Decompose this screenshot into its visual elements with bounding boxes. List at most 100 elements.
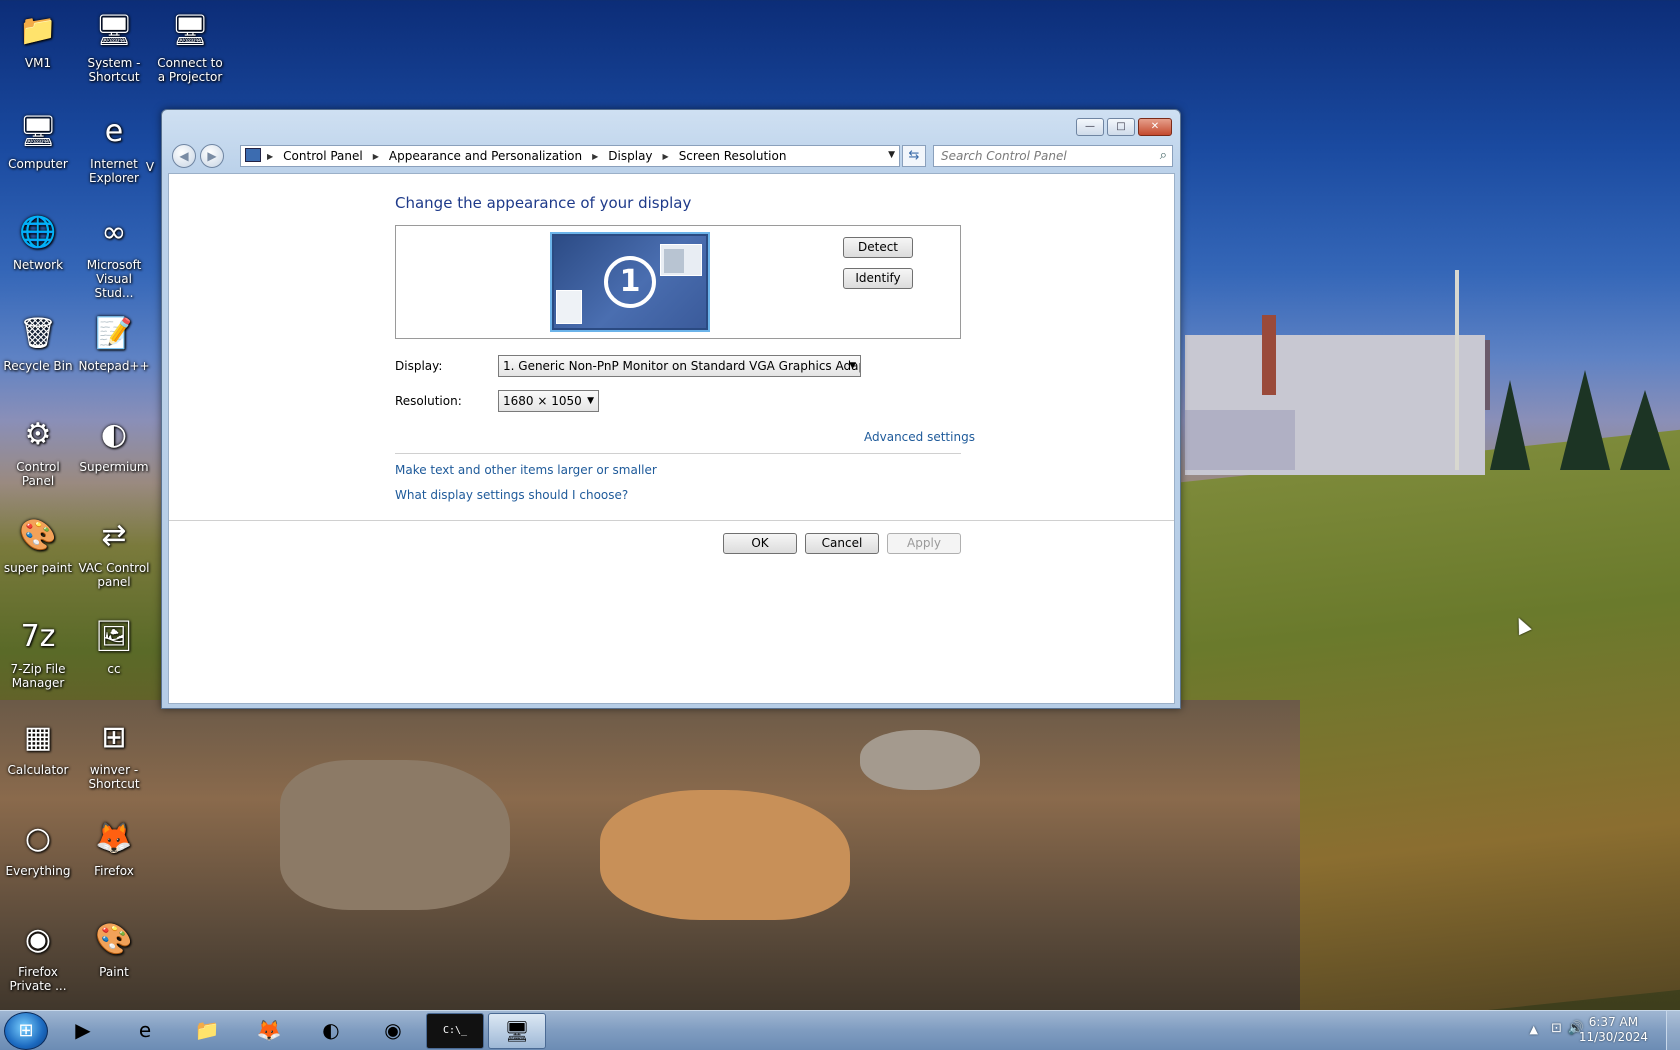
breadcrumb-screen-resolution[interactable]: Screen Resolution [679,149,787,163]
desktop-icon-vac-control-panel[interactable]: ⇄ VAC Control panel [76,513,152,589]
desktop-icon-vm1[interactable]: 📁 VM1 [0,8,76,70]
search-icon[interactable]: ⌕ [1160,146,1167,166]
supermium-icon: ◐ [100,417,128,452]
taskbar-firefox[interactable]: 🦊 [240,1013,298,1049]
desktop-icon-super-paint[interactable]: 🎨 super paint [0,513,76,575]
screen-resolution-window: — □ ✕ ◀ ▶ ▶ Control Panel ▶ Appearance a… [161,109,1181,709]
taskbar-firefox-private[interactable]: ◉ [364,1013,422,1049]
window-thumbnail-icon [660,244,702,276]
desktop-icon-label: Microsoft Visual Stud... [86,258,142,300]
desktop-icon-system-shortcut[interactable]: 🖥 System - Shortcut [76,8,152,84]
chevron-down-icon[interactable]: ▼ [888,150,895,160]
display-help-link[interactable]: What display settings should I choose? [395,488,628,502]
command-prompt-icon: C:\_ [442,1025,468,1036]
desktop-icon-label: Recycle Bin [3,359,73,373]
clock-time: 6:37 AM [1588,1015,1639,1029]
desktop-icon-microsoft-visual-stud[interactable]: ∞ Microsoft Visual Stud... [76,210,152,300]
display-select[interactable]: 1. Generic Non-PnP Monitor on Standard V… [498,355,861,377]
address-bar[interactable]: ▶ Control Panel ▶ Appearance and Persona… [240,145,900,167]
taskbar-command-prompt[interactable]: C:\_ [426,1013,484,1049]
control-panel-icon: ⚙ [24,417,52,452]
back-button[interactable]: ◀ [172,144,196,168]
desktop-icon-connect-to-a-projector[interactable]: 🖥 Connect to a Projector [152,8,228,84]
mouse-cursor-icon [1512,614,1532,636]
forward-button[interactable]: ▶ [200,144,224,168]
desktop-icon-paint[interactable]: 🎨 Paint [76,917,152,979]
ok-button[interactable]: OK [723,533,797,554]
close-button[interactable]: ✕ [1138,118,1172,136]
network-icon: 🌐 [19,215,57,250]
start-button[interactable]: ⊞ [4,1012,48,1050]
taskbar-media-player[interactable]: ▶ [54,1013,112,1049]
main-content: Change the appearance of your display 1 … [168,173,1175,704]
connect-to-a-projector-icon: 🖥 [170,13,210,48]
breadcrumb-arrow-icon[interactable]: ▶ [592,152,598,161]
taskbar-internet-explorer[interactable]: e [116,1013,174,1049]
desktop-icon-firefox-private[interactable]: ◉ Firefox Private ... [0,917,76,993]
clock[interactable]: 6:37 AM 11/30/2024 [1579,1015,1648,1045]
resolution-select[interactable]: 1680 × 1050 ▼ [498,390,599,412]
super-paint-icon: 🎨 [19,518,57,553]
desktop-icon-everything[interactable]: ○ Everything [0,816,76,878]
breadcrumb-arrow-icon[interactable]: ▶ [663,152,669,161]
resolution-label: Resolution: [395,394,462,408]
maximize-button[interactable]: □ [1107,118,1135,136]
control-panel-icon: 🖥 [504,1019,530,1043]
file-explorer-icon: 📁 [194,1018,220,1042]
monitor-1-thumbnail[interactable]: 1 [550,232,710,332]
vac-control-panel-icon: ⇄ [101,518,127,553]
desktop-icon-computer[interactable]: 🖥 Computer [0,109,76,171]
desktop-icon-label: System - Shortcut [87,56,141,84]
clock-date: 11/30/2024 [1578,1030,1648,1044]
computer-icon: 🖥 [18,114,58,149]
desktop-icon-notepad[interactable]: 📝 Notepad++ [76,311,152,373]
show-hidden-icons-icon[interactable]: ▲ [1530,1023,1538,1036]
divider [395,453,961,454]
desktop-icon-label: Paint [99,965,129,979]
desktop-icon-label: Calculator [7,763,69,777]
desktop-icon-cc[interactable]: 🖼 cc [76,614,152,676]
firefox-icon: 🦊 [256,1018,282,1042]
desktop-icon-winver-shortcut[interactable]: ⊞ winver - Shortcut [76,715,152,791]
desktop-icon-control-panel[interactable]: ⚙ Control Panel [0,412,76,488]
desktop-icon-label: winver - Shortcut [88,763,140,791]
desktop-icon-label: VAC Control panel [78,561,150,589]
breadcrumb-appearance[interactable]: Appearance and Personalization [389,149,582,163]
desktop-icon-firefox[interactable]: 🦊 Firefox [76,816,152,878]
taskbar-supermium[interactable]: ◐ [302,1013,360,1049]
desktop-icon-network[interactable]: 🌐 Network [0,210,76,272]
show-desktop-button[interactable] [1666,1011,1680,1050]
identify-button[interactable]: Identify [843,268,913,289]
breadcrumb-control-panel[interactable]: Control Panel [283,149,363,163]
desktop-icon-recycle-bin[interactable]: 🗑 Recycle Bin [0,311,76,373]
search-placeholder: Search Control Panel [941,149,1067,163]
windows-logo-icon: ⊞ [18,1020,34,1041]
desktop-icon-label: Computer [8,157,68,171]
breadcrumb-display[interactable]: Display [608,149,652,163]
taskbar-control-panel[interactable]: 🖥 [488,1013,546,1049]
minimize-button[interactable]: — [1076,118,1104,136]
detect-button[interactable]: Detect [843,237,913,258]
network-icon[interactable]: ⊡ [1551,1021,1562,1036]
breadcrumb-arrow-icon[interactable]: ▶ [267,152,273,161]
refresh-button[interactable]: ⇆ [902,145,926,167]
microsoft-visual-stud-icon: ∞ [101,215,127,250]
apply-button[interactable]: Apply [887,533,961,554]
media-player-icon: ▶ [75,1018,91,1042]
chevron-down-icon: ▼ [849,361,856,371]
taskbar-file-explorer[interactable]: 📁 [178,1013,236,1049]
text-size-link[interactable]: Make text and other items larger or smal… [395,463,657,477]
monitor-preview-area: 1 Detect Identify [395,225,961,339]
divider [169,520,1174,521]
supermium-icon: ◐ [322,1018,340,1042]
desktop-icon-label: Network [12,258,64,272]
desktop-icon-7-zip-file-manager[interactable]: 7z 7-Zip File Manager [0,614,76,690]
cancel-button[interactable]: Cancel [805,533,879,554]
breadcrumb-arrow-icon[interactable]: ▶ [373,152,379,161]
desktop-icon-label: Connect to a Projector [157,56,223,84]
search-input[interactable]: Search Control Panel ⌕ [933,145,1173,167]
desktop-icon-supermium[interactable]: ◐ Supermium [76,412,152,474]
desktop-icon-calculator[interactable]: ▦ Calculator [0,715,76,777]
advanced-settings-link[interactable]: Advanced settings [864,430,975,444]
7-zip-file-manager-icon: 7z [20,619,56,654]
